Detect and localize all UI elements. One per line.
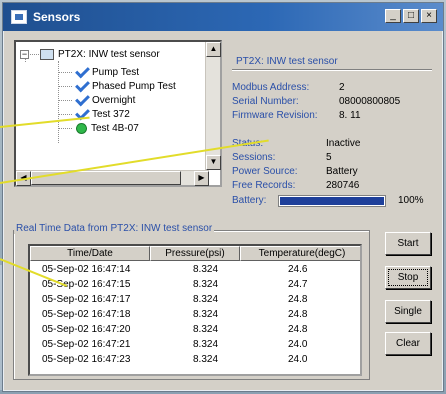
firmware-row: Firmware Revision: 8. 11: [232, 110, 361, 121]
pressure-cell: 8.324: [193, 339, 219, 350]
window-controls: _ □ ×: [385, 9, 437, 23]
temperature-cell: 24.0: [288, 354, 308, 365]
status-value: Inactive: [326, 138, 361, 149]
temperature-cell: 24.6: [288, 264, 308, 275]
info-header: PT2X: INW test sensor: [236, 56, 338, 67]
collapse-toggle[interactable]: −: [20, 49, 29, 59]
sessions-value: 5: [326, 152, 332, 163]
tree-item-phased-pump-test[interactable]: Phased Pump Test: [74, 79, 176, 93]
modbus-address-value: 2: [339, 82, 345, 93]
modbus-address-label: Modbus Address:: [232, 82, 310, 93]
temperature-cell: 24.7: [288, 279, 308, 290]
modbus-address-row: Modbus Address: 2: [232, 82, 345, 93]
single-button[interactable]: Single: [385, 300, 431, 323]
time-cell: 05-Sep-02 16:47:20: [42, 324, 131, 335]
firmware-label: Firmware Revision:: [232, 110, 318, 121]
start-button[interactable]: Start: [385, 232, 431, 255]
clear-button[interactable]: Clear: [385, 332, 431, 355]
serial-number-label: Serial Number:: [232, 96, 299, 107]
check-icon: [74, 80, 90, 92]
column-header-time[interactable]: Time/Date: [30, 246, 150, 261]
tree-root[interactable]: − PT2X: INW test sensor: [20, 47, 160, 61]
pressure-cell: 8.324: [193, 324, 219, 335]
time-cell: 05-Sep-02 16:47:23: [42, 354, 131, 365]
tree-item-label: Test 4B-07: [91, 122, 139, 134]
check-icon: [74, 94, 90, 106]
free-records-value: 280746: [326, 180, 360, 191]
tree-item-label: Pump Test: [92, 66, 140, 78]
scroll-up-icon[interactable]: ▲: [206, 42, 221, 57]
firmware-value: 8. 11: [339, 110, 361, 121]
battery-value: 100%: [398, 195, 424, 206]
title-bar[interactable]: Sensors _ □ ×: [3, 3, 443, 31]
tree-item-label: Phased Pump Test: [92, 80, 176, 92]
battery-row: Battery: 100%: [232, 195, 438, 209]
pressure-cell: 8.324: [193, 354, 219, 365]
close-button[interactable]: ×: [421, 9, 437, 23]
app-icon: [11, 10, 27, 24]
battery-label: Battery:: [232, 195, 267, 206]
table-header: Time/Date Pressure(psi) Temperature(degC…: [30, 246, 360, 261]
green-dot-icon: [76, 122, 87, 134]
stop-button[interactable]: Stop: [385, 266, 431, 289]
maximize-button[interactable]: □: [403, 9, 419, 23]
check-icon: [74, 66, 90, 78]
time-cell: 05-Sep-02 16:47:17: [42, 294, 131, 305]
time-cell: 05-Sep-02 16:47:14: [42, 264, 131, 275]
temperature-cell: 24.8: [288, 294, 308, 305]
minimize-button[interactable]: _: [385, 9, 401, 23]
pressure-cell: 8.324: [193, 264, 219, 275]
pressure-cell: 8.324: [193, 309, 219, 320]
pressure-cell: 8.324: [193, 294, 219, 305]
table-row[interactable]: 05-Sep-02 16:47:14 8.324 24.6: [30, 263, 360, 278]
tree-horizontal-scrollbar[interactable]: ◀ ▶: [16, 170, 209, 186]
free-records-row: Free Records: 280746: [232, 180, 359, 191]
free-records-label: Free Records:: [232, 180, 296, 191]
sensor-tree[interactable]: − PT2X: INW test sensor Pump Test Phased…: [16, 42, 209, 170]
battery-level-fill: [280, 197, 384, 205]
temperature-cell: 24.8: [288, 309, 308, 320]
scroll-right-icon[interactable]: ▶: [194, 171, 209, 186]
table-row[interactable]: 05-Sep-02 16:47:21 8.324 24.0: [30, 338, 360, 353]
power-source-label: Power Source:: [232, 166, 298, 177]
pressure-cell: 8.324: [193, 279, 219, 290]
window-title: Sensors: [33, 10, 81, 24]
scroll-down-icon[interactable]: ▼: [206, 155, 221, 170]
temperature-cell: 24.8: [288, 324, 308, 335]
sessions-label: Sessions:: [232, 152, 276, 163]
column-header-pressure[interactable]: Pressure(psi): [150, 246, 240, 261]
battery-level-bar: [278, 195, 386, 207]
table-row[interactable]: 05-Sep-02 16:47:20 8.324 24.8: [30, 323, 360, 338]
table-row[interactable]: 05-Sep-02 16:47:23 8.324 24.0: [30, 353, 360, 368]
power-source-row: Power Source: Battery: [232, 166, 358, 177]
temperature-cell: 24.0: [288, 339, 308, 350]
time-cell: 05-Sep-02 16:47:18: [42, 309, 131, 320]
sensor-device-icon: [40, 48, 54, 60]
tree-item-test-4b-07[interactable]: Test 4B-07: [74, 121, 139, 135]
tree-item-label: Test 372: [92, 108, 130, 120]
realtime-group-title: Real Time Data from PT2X: INW test senso…: [14, 223, 215, 234]
column-header-temperature[interactable]: Temperature(degC): [240, 246, 360, 261]
time-cell: 05-Sep-02 16:47:21: [42, 339, 131, 350]
serial-number-value: 08000800805: [339, 96, 401, 107]
table-row[interactable]: 05-Sep-02 16:47:15 8.324 24.7: [30, 278, 360, 293]
tree-item-label: Overnight: [92, 94, 136, 106]
realtime-data-table[interactable]: Time/Date Pressure(psi) Temperature(degC…: [28, 244, 362, 376]
power-source-value: Battery: [326, 166, 358, 177]
header-divider: [232, 69, 432, 71]
tree-root-label: PT2X: INW test sensor: [58, 48, 160, 60]
table-row[interactable]: 05-Sep-02 16:47:18 8.324 24.8: [30, 308, 360, 323]
sessions-row: Sessions: 5: [232, 152, 332, 163]
table-row[interactable]: 05-Sep-02 16:47:17 8.324 24.8: [30, 293, 360, 308]
serial-number-row: Serial Number: 08000800805: [232, 96, 400, 107]
